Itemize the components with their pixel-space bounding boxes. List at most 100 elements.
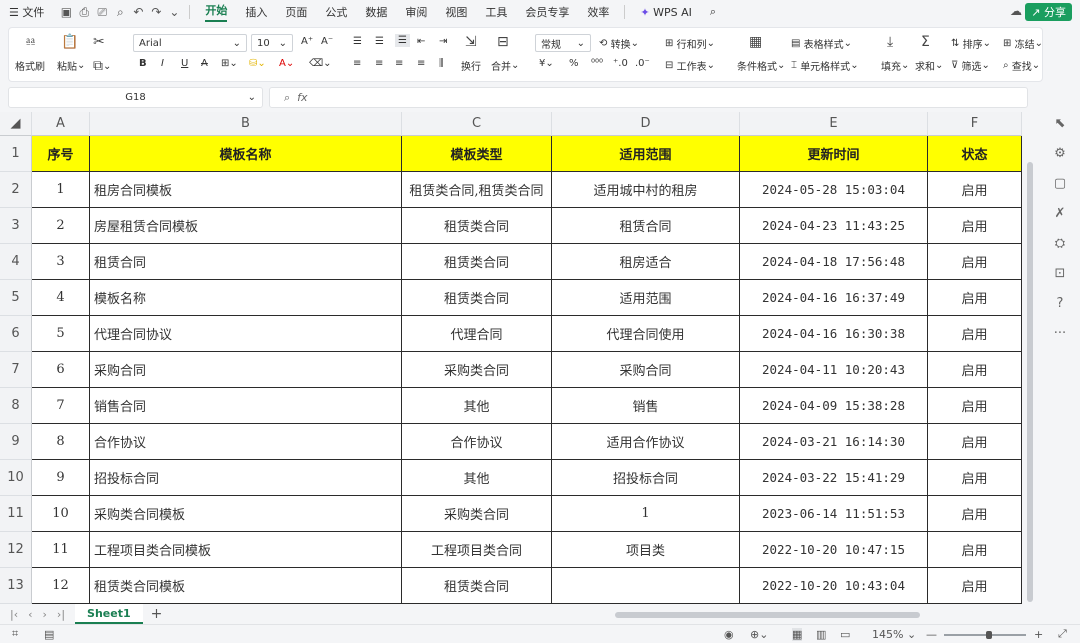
cell-updated-time[interactable]: 2022-10-20 10:43:04 <box>740 568 928 604</box>
cell-template-type[interactable]: 采购类合同 <box>402 352 552 388</box>
cell-template-name[interactable]: 租赁合同 <box>90 244 402 280</box>
cell-template-name[interactable]: 采购合同 <box>90 352 402 388</box>
fx-icon[interactable]: fx <box>297 91 307 104</box>
row-header-11[interactable]: 11 <box>0 496 32 532</box>
name-box[interactable]: G18 ⌄ <box>8 87 263 108</box>
cell-scope[interactable]: 1 <box>552 496 740 532</box>
cell-serial[interactable]: 5 <box>32 316 90 352</box>
cell-updated-time[interactable]: 2024-03-22 15:41:29 <box>740 460 928 496</box>
fullscreen-icon[interactable]: ⤢ <box>1058 627 1067 641</box>
column-header-f[interactable]: F <box>928 112 1022 136</box>
row-header-13[interactable]: 13 <box>0 568 32 604</box>
row-col-button[interactable]: ⊞ 行和列 ⌄ <box>665 36 715 51</box>
cell-template-name[interactable]: 销售合同 <box>90 388 402 424</box>
cell-updated-time[interactable]: 2022-10-20 10:47:15 <box>740 532 928 568</box>
cell-template-type[interactable]: 采购类合同 <box>402 496 552 532</box>
worksheet-button[interactable]: ⊟ 工作表 ⌄ <box>665 58 715 73</box>
redo-icon[interactable]: ↷ <box>147 5 165 19</box>
undo-icon[interactable]: ↶ <box>129 5 147 19</box>
cut-icon[interactable]: ✂ <box>93 34 105 50</box>
align-center-icon[interactable]: ≡ <box>375 58 383 69</box>
strikethrough-icon[interactable]: A <box>201 58 208 69</box>
cell-updated-time[interactable]: 2024-04-23 11:43:25 <box>740 208 928 244</box>
tools-icon[interactable]: ✗ <box>1052 206 1068 221</box>
cell-serial[interactable]: 11 <box>32 532 90 568</box>
cell-updated-time[interactable]: 2024-04-09 15:38:28 <box>740 388 928 424</box>
column-header-a[interactable]: A <box>32 112 90 136</box>
print-icon[interactable]: ⎚ <box>93 5 111 20</box>
sheet-list-icon[interactable]: ▤ <box>44 628 54 641</box>
cell-scope[interactable] <box>552 568 740 604</box>
cell-serial[interactable]: 1 <box>32 172 90 208</box>
cell-status[interactable]: 启用 <box>928 568 1022 604</box>
distribute-icon[interactable]: ⫼ <box>439 58 444 69</box>
vertical-scrollbar[interactable] <box>1024 112 1036 604</box>
paste-button[interactable]: 粘贴 ⌄ <box>57 58 85 73</box>
save-icon[interactable]: ▣ <box>57 5 75 19</box>
cell-status[interactable]: 启用 <box>928 208 1022 244</box>
thousands-icon[interactable]: ⁰⁰⁰ <box>591 58 603 69</box>
last-sheet-icon[interactable]: ›| <box>57 608 65 621</box>
cell-template-type[interactable]: 租赁类合同,租赁类合同 <box>402 172 552 208</box>
filter-button[interactable]: ⊽ 筛选 ⌄ <box>951 58 990 73</box>
header-cell-template-name[interactable]: 模板名称 <box>90 136 402 172</box>
header-cell-status[interactable]: 状态 <box>928 136 1022 172</box>
align-middle-icon[interactable]: ☰ <box>375 36 384 47</box>
tab-page[interactable]: 页面 <box>285 4 307 20</box>
cell-scope[interactable]: 项目类 <box>552 532 740 568</box>
cell-updated-time[interactable]: 2024-05-28 15:03:04 <box>740 172 928 208</box>
number-format-select[interactable]: 常规 ⌄ <box>535 34 591 52</box>
cell-template-name[interactable]: 租房合同模板 <box>90 172 402 208</box>
cell-style-button[interactable]: ⌶ 单元格样式 ⌄ <box>791 58 859 73</box>
export-pdf-icon[interactable]: ⎙ <box>75 5 93 20</box>
freeze-button[interactable]: ⊞ 冻结 ⌄ <box>1003 36 1043 51</box>
decrease-decimal-icon[interactable]: .0⁻ <box>635 58 650 69</box>
cell-updated-time[interactable]: 2023-06-14 11:51:53 <box>740 496 928 532</box>
cell-updated-time[interactable]: 2024-03-21 16:14:30 <box>740 424 928 460</box>
font-size-select[interactable]: 10 ⌄ <box>251 34 293 52</box>
macro-icon[interactable]: ⌗ <box>12 627 18 641</box>
zoom-slider[interactable] <box>944 631 1026 639</box>
zoom-formula-icon[interactable]: ⌕ <box>284 91 290 105</box>
column-header-e[interactable]: E <box>740 112 928 136</box>
cell-serial[interactable]: 7 <box>32 388 90 424</box>
cell-template-name[interactable]: 房屋租赁合同模板 <box>90 208 402 244</box>
tab-home[interactable]: 开始 <box>205 2 228 22</box>
indent-decrease-icon[interactable]: ⇤ <box>417 36 425 47</box>
cell-status[interactable]: 启用 <box>928 424 1022 460</box>
help-icon[interactable]: ? <box>1052 296 1068 311</box>
cell-serial[interactable]: 6 <box>32 352 90 388</box>
header-cell-template-type[interactable]: 模板类型 <box>402 136 552 172</box>
cell-updated-time[interactable]: 2024-04-16 16:30:38 <box>740 316 928 352</box>
select-all-corner[interactable]: ◢ <box>0 112 32 136</box>
column-header-d[interactable]: D <box>552 112 740 136</box>
conditional-format-button[interactable]: 条件格式 ⌄ <box>737 58 785 73</box>
cell-status[interactable]: 启用 <box>928 352 1022 388</box>
cell-template-name[interactable]: 代理合同协议 <box>90 316 402 352</box>
underline-icon[interactable]: U <box>181 58 188 69</box>
row-header-4[interactable]: 4 <box>0 244 32 280</box>
align-right-icon[interactable]: ≡ <box>395 58 403 69</box>
sum-button[interactable]: 求和 ⌄ <box>915 58 943 73</box>
cell-template-name[interactable]: 合作协议 <box>90 424 402 460</box>
comment-icon[interactable]: ▢ <box>1052 176 1068 191</box>
cell-serial[interactable]: 2 <box>32 208 90 244</box>
cell-template-type[interactable]: 其他 <box>402 460 552 496</box>
cell-updated-time[interactable]: 2024-04-16 16:37:49 <box>740 280 928 316</box>
header-cell-updated-time[interactable]: 更新时间 <box>740 136 928 172</box>
page-layout-icon[interactable]: ▥ <box>816 628 826 641</box>
cell-serial[interactable]: 8 <box>32 424 90 460</box>
tab-efficiency[interactable]: 效率 <box>587 4 609 20</box>
paste-icon[interactable]: 📋 <box>61 34 78 50</box>
row-header-5[interactable]: 5 <box>0 280 32 316</box>
more-icon[interactable]: ··· <box>1052 326 1068 341</box>
share-button[interactable]: ↗ 分享 <box>1025 3 1072 21</box>
row-header-2[interactable]: 2 <box>0 172 32 208</box>
font-name-select[interactable]: Arial ⌄ <box>133 34 247 52</box>
align-top-icon[interactable]: ☰ <box>353 36 362 47</box>
row-header-8[interactable]: 8 <box>0 388 32 424</box>
cell-template-type[interactable]: 租赁类合同 <box>402 280 552 316</box>
border-icon[interactable]: ⊞⌄ <box>221 58 238 69</box>
cell-template-type[interactable]: 租赁类合同 <box>402 568 552 604</box>
zoom-level[interactable]: 145% ⌄ <box>872 628 916 641</box>
